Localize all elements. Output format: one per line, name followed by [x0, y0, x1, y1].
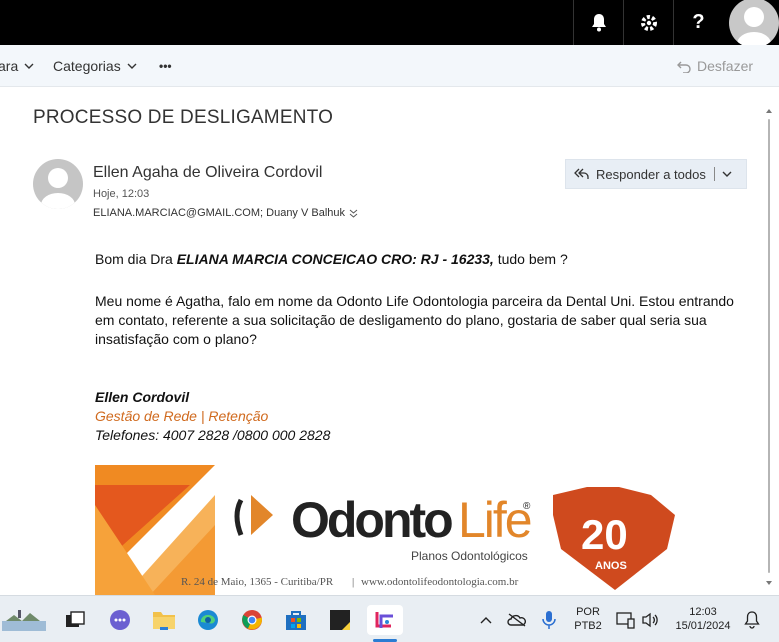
- message-body: Bom dia Dra ELIANA MARCIA CONCEICAO CRO:…: [95, 250, 745, 349]
- greeting-prefix: Bom dia Dra: [95, 251, 177, 267]
- chevron-down-icon: [127, 63, 137, 69]
- odontolife-logo: Odonto Life ® Planos Odontológicos: [234, 492, 533, 563]
- signature-phones: Telefones: 4007 2828 /0800 000 2828: [95, 427, 331, 443]
- microphone-icon[interactable]: [534, 605, 564, 635]
- greeting-line: Bom dia Dra ELIANA MARCIA CONCEICAO CRO:…: [95, 250, 745, 269]
- greeting-recipient: ELIANA MARCIA CONCEICAO CRO: RJ - 16233,: [176, 251, 494, 267]
- anniversary-badge: 20 ANOS: [553, 487, 675, 590]
- task-view-icon[interactable]: [60, 605, 90, 635]
- banner-separator: |: [352, 576, 354, 588]
- help-icon: ?: [692, 11, 705, 33]
- brand-life: Life: [458, 492, 531, 548]
- gear-icon: [640, 14, 657, 31]
- person-icon: [41, 168, 75, 209]
- signature-banner: Odonto Life ® Planos Odontológicos R. 24…: [95, 465, 685, 595]
- system-clock[interactable]: 12:03 15/01/2024: [670, 605, 736, 633]
- person-icon: [737, 7, 771, 48]
- vertical-scrollbar[interactable]: [765, 107, 773, 587]
- banner-website: www.odontolifeodontologia.com.br: [361, 576, 519, 588]
- reply-all-button[interactable]: Responder a todos: [565, 159, 747, 189]
- clock-date: 15/01/2024: [675, 620, 731, 632]
- registered-mark: ®: [523, 501, 531, 512]
- language-code: POR: [576, 606, 600, 618]
- partial-menu-button[interactable]: ara: [0, 58, 34, 74]
- undo-label: Desfazer: [697, 58, 754, 74]
- expand-chevron-icon[interactable]: [349, 209, 358, 218]
- chrome-browser-icon[interactable]: [237, 605, 267, 635]
- bell-icon: [591, 13, 606, 31]
- message-subject: PROCESSO DE DESLIGAMENTO: [33, 107, 334, 128]
- greeting-suffix: tudo bem ?: [493, 251, 568, 267]
- chevron-down-icon: [722, 171, 732, 177]
- show-hidden-icons-button[interactable]: [471, 605, 501, 635]
- user-avatar[interactable]: [729, 0, 779, 48]
- odontolife-banner-graphic: Odonto Life ® Planos Odontológicos R. 24…: [95, 465, 675, 595]
- edge-browser-icon[interactable]: [193, 605, 223, 635]
- recipients-text: ELIANA.MARCIAC@GMAIL.COM; Duany V Balhuk: [93, 207, 346, 219]
- reply-options-button[interactable]: [722, 171, 732, 177]
- command-toolbar: ara Categorias ••• Desfazer: [0, 45, 779, 87]
- banner-address: R. 24 de Maio, 1365 - Curitiba/PR: [181, 576, 334, 588]
- brand-tagline: Planos Odontológicos: [411, 549, 528, 563]
- sender-avatar[interactable]: [33, 159, 83, 209]
- settings-button[interactable]: [623, 0, 673, 45]
- notification-center-bell-icon[interactable]: [737, 605, 767, 635]
- recipients-line[interactable]: ELIANA.MARCIAC@GMAIL.COM; Duany V Balhuk: [93, 207, 358, 219]
- weather-widget-icon[interactable]: [2, 605, 46, 635]
- input-language-indicator[interactable]: POR PTB2: [568, 605, 608, 633]
- categories-button[interactable]: Categorias: [53, 58, 137, 74]
- snipping-tool-icon[interactable]: [367, 605, 403, 635]
- onedrive-offline-icon[interactable]: [502, 605, 532, 635]
- reading-pane: PROCESSO DE DESLIGAMENTO Ellen Agaha de …: [0, 87, 779, 595]
- brand-odonto: Odonto: [291, 492, 452, 548]
- teams-chat-icon[interactable]: [105, 605, 135, 635]
- keyboard-layout: PTB2: [574, 620, 602, 632]
- badge-number: 20: [581, 511, 628, 558]
- signature-role: Gestão de Rede | Retenção: [95, 408, 269, 424]
- message-paragraph: Meu nome é Agatha, falo em nome da Odont…: [95, 293, 734, 347]
- more-actions-button[interactable]: •••: [159, 59, 172, 73]
- chevron-down-icon: [24, 63, 34, 69]
- undo-button[interactable]: Desfazer: [677, 58, 753, 74]
- partial-menu-label: ara: [0, 58, 19, 74]
- reply-all-label: Responder a todos: [596, 166, 706, 182]
- clock-time: 12:03: [689, 606, 717, 618]
- more-icon: •••: [159, 59, 172, 73]
- sticky-notes-icon[interactable]: [325, 605, 355, 635]
- categories-label: Categorias: [53, 58, 121, 74]
- file-explorer-icon[interactable]: [149, 605, 179, 635]
- undo-icon: [677, 61, 691, 73]
- notifications-button[interactable]: [573, 0, 623, 45]
- reply-divider: [713, 167, 715, 181]
- microsoft-store-icon[interactable]: [281, 605, 311, 635]
- taskbar: POR PTB2 12:03 15/01/2024: [0, 595, 779, 642]
- sender-name[interactable]: Ellen Agaha de Oliveira Cordovil: [93, 164, 322, 182]
- top-bar: ?: [0, 0, 779, 48]
- volume-icon[interactable]: [636, 605, 666, 635]
- signature-name: Ellen Cordovil: [95, 389, 190, 405]
- sent-time: Hoje, 12:03: [93, 188, 150, 200]
- reply-all-icon: [574, 167, 589, 181]
- help-button[interactable]: ?: [673, 0, 723, 45]
- badge-text: ANOS: [595, 560, 627, 572]
